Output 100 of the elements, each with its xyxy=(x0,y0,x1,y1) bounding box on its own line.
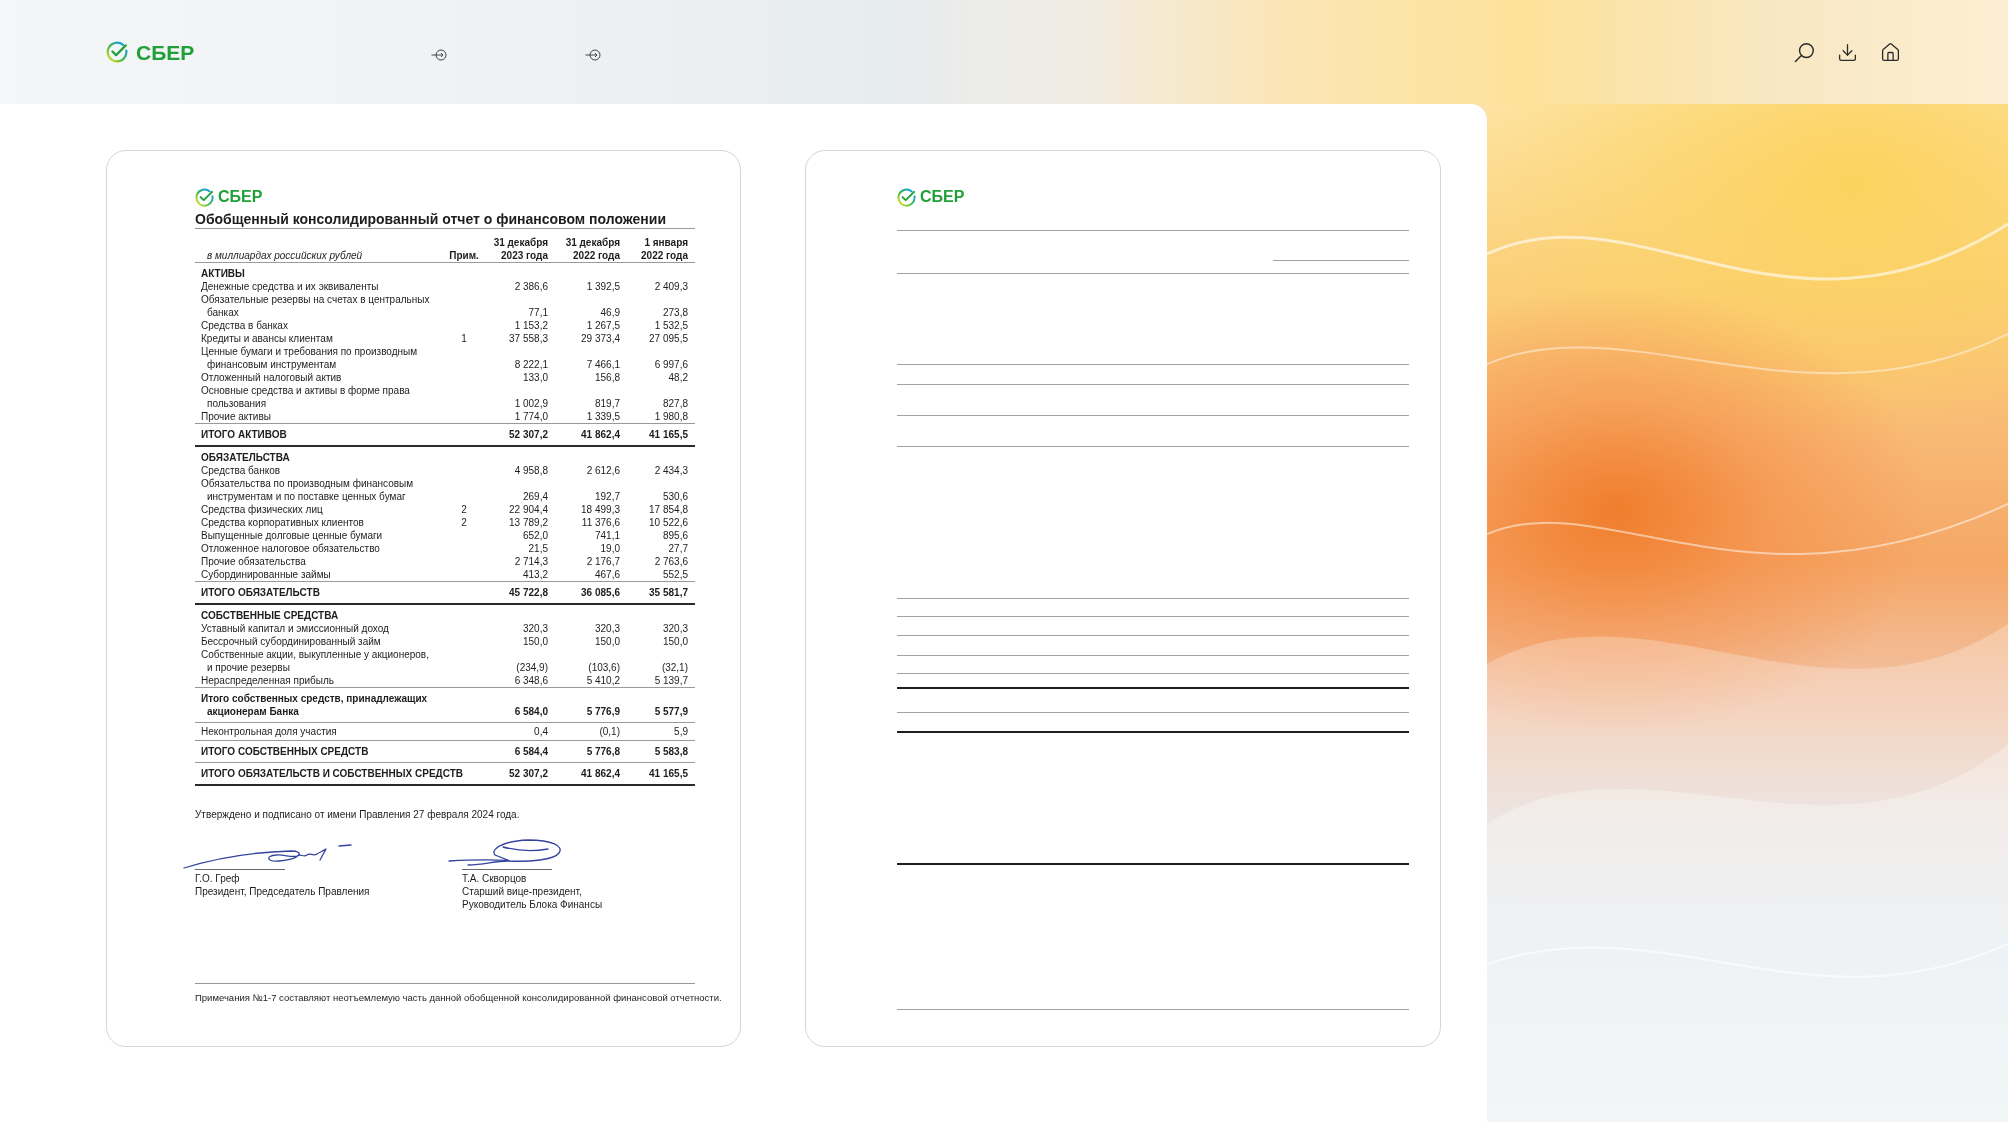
amount-value: 5 776,9 xyxy=(586,706,620,717)
amount-value: 27 095,5 xyxy=(649,333,688,344)
amount-value: 467,6 xyxy=(594,569,620,580)
signature-icon xyxy=(448,837,564,869)
amount-value: 6 997,6 xyxy=(654,359,688,370)
amount-value: 269,4 xyxy=(522,491,548,502)
amount-value: 530,6 xyxy=(662,491,688,502)
amount-value: 7 466,1 xyxy=(586,359,620,370)
document-title: Обобщенный консолидированный отчет о финансовом положении xyxy=(195,211,667,227)
section-heading: СОБСТВЕННЫЕ СРЕДСТВА xyxy=(201,610,339,621)
column-header: Прим. xyxy=(449,249,479,262)
footnote: Примечания №1-7 составляют неотъемлемую часть данной обобщенной консолидированной финансовой отчетности. xyxy=(195,992,722,1003)
amount-value: 17 854,8 xyxy=(649,504,688,515)
line-item-label: Средства банков xyxy=(201,464,281,477)
line-item-label: ИТОГО ОБЯЗАТЕЛЬСТВ И СОБСТВЕННЫХ СРЕДСТВ xyxy=(201,767,464,780)
amount-value: (103,6) xyxy=(588,662,620,673)
line-item-label: Субординированные займы xyxy=(201,568,331,581)
logo-text: СБЕР xyxy=(136,41,195,63)
column-header: 31 декабря 2022 года xyxy=(565,236,620,262)
amount-value: 413,2 xyxy=(522,569,548,580)
note-reference: 2 xyxy=(461,517,467,528)
amount-value: 11 376,6 xyxy=(581,517,620,528)
signatory-name: Г.О. Греф xyxy=(195,872,240,885)
approval-statement: Утверждено и подписано от имени Правления 27 февраля 2024 года. xyxy=(195,809,520,820)
search-icon[interactable] xyxy=(1794,41,1815,63)
amount-value: 10 522,6 xyxy=(649,517,688,528)
amount-value: 2 409,3 xyxy=(654,281,688,292)
amount-value: 52 307,2 xyxy=(509,429,548,440)
line-item-label: Нераспределенная прибыль xyxy=(201,674,334,687)
line-item-label: Ценные бумаги и требования по производным финансовым инструментам xyxy=(201,345,418,371)
amount-value: 6 584,0 xyxy=(514,706,548,717)
amount-value: 150,0 xyxy=(594,636,620,647)
line-item-label: Средства корпоративных клиентов xyxy=(201,516,364,529)
signatory-title: Старший вице-президент, Руководитель Блока Финансы xyxy=(462,885,603,911)
line-item-label: ИТОГО ОБЯЗАТЕЛЬСТВ xyxy=(201,586,320,599)
column-header: 31 декабря 2023 года xyxy=(493,236,548,262)
home-icon[interactable] xyxy=(1880,41,1901,63)
amount-value: (0,1) xyxy=(599,726,620,737)
arrow-circle-icon[interactable] xyxy=(585,49,601,61)
download-icon[interactable] xyxy=(1837,41,1858,63)
amount-value: 13 789,2 xyxy=(509,517,548,528)
line-item-label: Отложенный налоговый актив xyxy=(201,371,342,384)
amount-value: 320,3 xyxy=(594,623,620,634)
amount-value: 2 763,6 xyxy=(654,556,688,567)
amount-value: 52 307,2 xyxy=(509,768,548,779)
logo-icon xyxy=(897,187,916,207)
note-reference: 1 xyxy=(461,333,467,344)
signatory-name: Т.А. Скворцов xyxy=(462,872,527,885)
line-item-label: Основные средства и активы в форме права пользования xyxy=(201,384,410,410)
line-item-label: Обязательные резервы на счетах в центральных банках xyxy=(201,293,430,319)
amount-value: 5 776,8 xyxy=(586,746,620,757)
amount-value: 552,5 xyxy=(662,569,688,580)
amount-value: 1 267,5 xyxy=(586,320,620,331)
line-item-label: Неконтрольная доля участия xyxy=(201,725,337,738)
arrow-circle-icon[interactable] xyxy=(431,49,447,61)
section-heading: АКТИВЫ xyxy=(201,268,245,279)
amount-value: 41 165,5 xyxy=(649,768,688,779)
line-item-label: ИТОГО СОБСТВЕННЫХ СРЕДСТВ xyxy=(201,745,369,758)
amount-value: 37 558,3 xyxy=(509,333,548,344)
line-item-label: Итого собственных средств, принадлежащих акционерам Банка xyxy=(201,692,428,718)
amount-value: (32,1) xyxy=(661,662,688,673)
amount-value: 77,1 xyxy=(528,307,548,318)
amount-value: 6 584,4 xyxy=(514,746,548,757)
line-item-label: ИТОГО АКТИВОВ xyxy=(201,428,287,441)
line-item-label: Обязательства по производным финансовым инструментам и по поставке ценных бумаг xyxy=(201,477,414,503)
amount-value: 35 581,7 xyxy=(649,587,688,598)
amount-value: 48,2 xyxy=(668,372,688,383)
amount-value: 41 862,4 xyxy=(581,768,620,779)
logo-text: СБЕР xyxy=(218,189,263,205)
amount-value: 22 904,4 xyxy=(509,504,548,515)
amount-value: 827,8 xyxy=(662,398,688,409)
amount-value: 1 339,5 xyxy=(586,411,620,422)
amount-value: 0,4 xyxy=(534,726,548,737)
amount-value: 192,7 xyxy=(594,491,620,502)
amount-value: 18 499,3 xyxy=(581,504,620,515)
amount-value: 1 392,5 xyxy=(586,281,620,292)
amount-value: 5 139,7 xyxy=(654,675,688,686)
line-item-label: Кредиты и авансы клиентам xyxy=(201,332,333,345)
amount-value: 150,0 xyxy=(662,636,688,647)
amount-value: 5 410,2 xyxy=(586,675,620,686)
amount-value: 819,7 xyxy=(594,398,620,409)
amount-value: 150,0 xyxy=(522,636,548,647)
unit-caption: в миллиардах российских рублей xyxy=(207,250,363,261)
amount-value: 27,7 xyxy=(668,543,688,554)
amount-value: 6 348,6 xyxy=(514,675,548,686)
amount-value: 1 980,8 xyxy=(654,411,688,422)
amount-value: 2 434,3 xyxy=(654,465,688,476)
amount-value: 5,9 xyxy=(674,726,688,737)
amount-value: 652,0 xyxy=(522,530,548,541)
line-item-label: Денежные средства и их эквиваленты xyxy=(201,280,379,293)
amount-value: 45 722,8 xyxy=(509,587,548,598)
section-heading: ОБЯЗАТЕЛЬСТВА xyxy=(201,452,290,463)
amount-value: 2 176,7 xyxy=(586,556,620,567)
amount-value: 5 577,9 xyxy=(654,706,688,717)
amount-value: 895,6 xyxy=(662,530,688,541)
column-header: 1 января 2022 года xyxy=(641,236,688,262)
line-item-label: Собственные акции, выкупленные у акционеров, и прочие резервы xyxy=(201,648,429,674)
amount-value: 1 774,0 xyxy=(514,411,548,422)
logo-icon xyxy=(106,41,128,63)
amount-value: 273,8 xyxy=(662,307,688,318)
